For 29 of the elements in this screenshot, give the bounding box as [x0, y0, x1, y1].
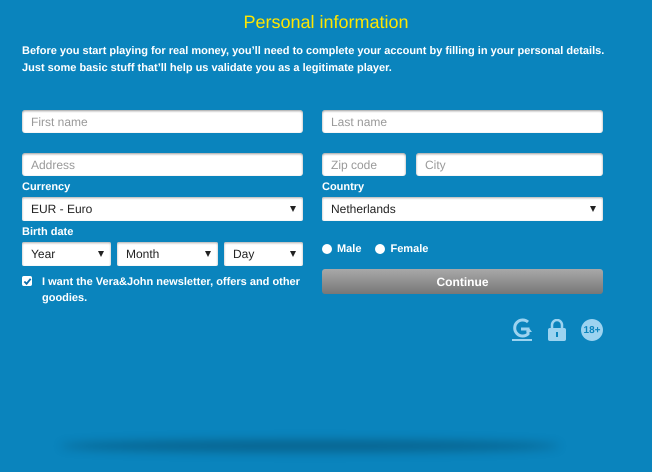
page-title: Personal information — [242, 12, 410, 33]
country-select[interactable]: Netherlands — [322, 197, 603, 221]
currency-label: Currency — [22, 181, 72, 195]
newsletter-checkbox[interactable] — [22, 276, 32, 286]
intro-text: Before you start playing for real money, you’ll need to complete your account by filling in your personal details. Just some basic stuff that’ll help us validate you as a legitimate player. — [22, 44, 606, 76]
date-select[interactable]: Year — [22, 242, 111, 266]
city-field[interactable]: City — [416, 153, 603, 176]
caret-icon — [590, 206, 596, 212]
gender-radio[interactable] — [322, 244, 332, 254]
age-restriction-badge: 18+ — [581, 319, 603, 341]
caret-icon — [98, 251, 104, 257]
gender-radio[interactable] — [375, 244, 386, 254]
gender-label: Male — [337, 243, 362, 255]
zip-code-field[interactable]: Zip code — [322, 153, 406, 176]
caret-icon — [290, 251, 296, 257]
caret-icon — [205, 251, 211, 257]
caret-icon — [290, 206, 296, 212]
newsletter-label: I want the Vera&John newsletter, offers and other goodies. — [42, 275, 301, 306]
gamcare-logo-icon — [511, 318, 533, 342]
currency-select[interactable]: EUR - Euro — [22, 197, 303, 221]
date-select[interactable]: Month — [117, 242, 218, 266]
address-field[interactable]: Address — [22, 153, 303, 176]
lock-icon — [547, 319, 567, 341]
last-name-field[interactable]: Last name — [322, 110, 603, 133]
birth-date-label: Birth date — [22, 226, 74, 240]
gender-label: Female — [390, 243, 428, 255]
first-name-field[interactable]: First name — [22, 110, 303, 133]
date-select[interactable]: Day — [224, 242, 303, 266]
country-label: Country — [322, 181, 366, 195]
